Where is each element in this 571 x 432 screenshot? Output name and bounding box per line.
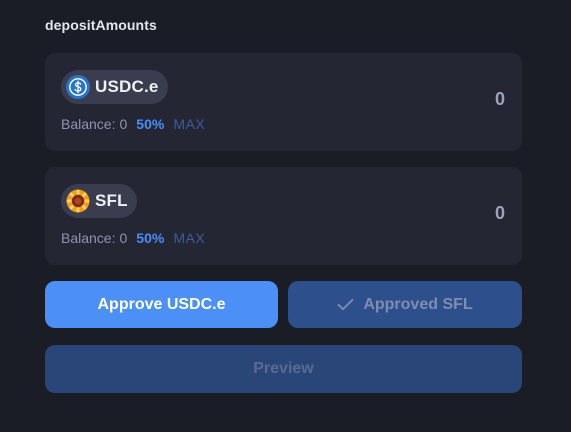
amount-input-sfl[interactable]: [385, 203, 505, 224]
token-selector-sfl[interactable]: SFL: [61, 184, 137, 218]
balance-label: Balance:: [61, 230, 116, 246]
balance-value: 0: [119, 116, 128, 132]
approve-usdc-button[interactable]: Approve USDC.e: [45, 281, 278, 328]
token-symbol: SFL: [95, 191, 128, 210]
preview-button[interactable]: Preview: [45, 345, 522, 393]
token-card-usdc: USDC.e Balance: 0 50% MAX: [45, 53, 522, 151]
sfl-icon: [66, 189, 90, 213]
usdc-icon: [66, 75, 90, 99]
half-button[interactable]: 50%: [136, 116, 164, 132]
approved-sfl-button[interactable]: Approved SFL: [288, 281, 522, 328]
approve-button-label: Approve USDC.e: [97, 295, 226, 313]
max-button[interactable]: MAX: [173, 116, 205, 132]
amount-input-usdc[interactable]: [385, 89, 505, 110]
deposit-panel: depositAmounts USDC.e Balance: 0 50% MAX: [0, 0, 571, 432]
checkmark-icon: [337, 298, 354, 311]
balance-value: 0: [119, 230, 128, 246]
half-button[interactable]: 50%: [136, 230, 164, 246]
max-button[interactable]: MAX: [173, 230, 205, 246]
balance-row: Balance: 0 50% MAX: [61, 230, 205, 246]
approved-button-label: Approved SFL: [363, 295, 473, 313]
preview-button-label: Preview: [253, 360, 314, 377]
balance-row: Balance: 0 50% MAX: [61, 116, 205, 132]
token-card-sfl: SFL Balance: 0 50% MAX: [45, 167, 522, 265]
token-symbol: USDC.e: [95, 77, 159, 96]
token-selector-usdc[interactable]: USDC.e: [61, 70, 168, 104]
section-title: depositAmounts: [45, 17, 157, 33]
balance-label: Balance:: [61, 116, 116, 132]
